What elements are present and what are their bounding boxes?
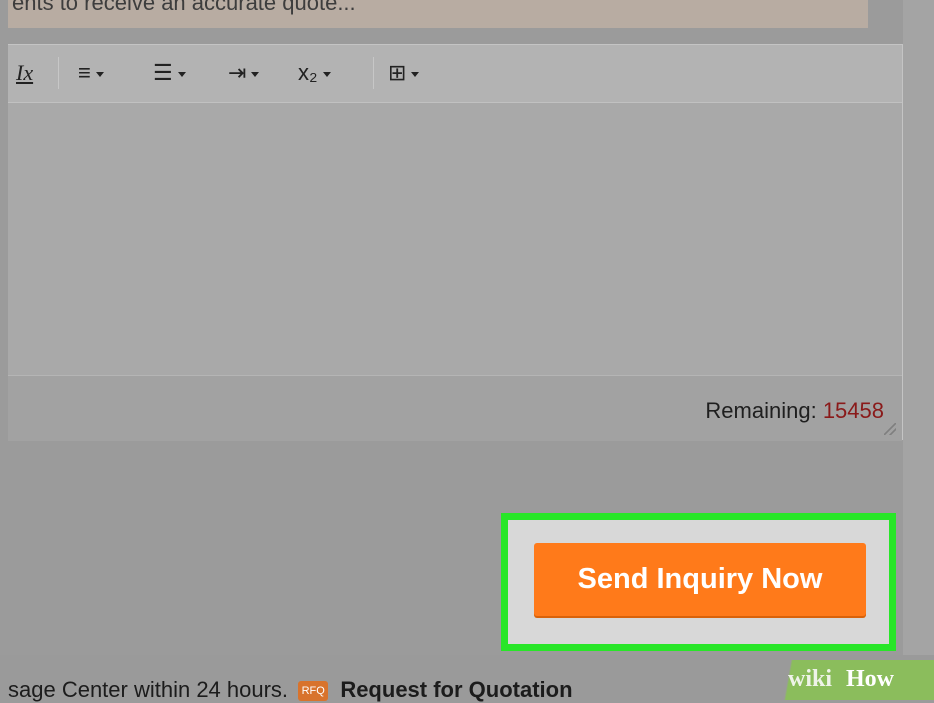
rfq-icon: RFQ [298, 681, 329, 702]
chevron-down-icon [95, 71, 104, 77]
remaining-counter: Remaining: 15458 [705, 398, 884, 424]
message-textarea[interactable] [8, 103, 902, 421]
list-dropdown[interactable]: ☰ [153, 59, 186, 87]
wikihow-watermark: wiki How [758, 660, 934, 700]
align-dropdown[interactable]: ≡ [78, 59, 104, 87]
indent-dropdown[interactable]: ⇥ [228, 59, 260, 87]
rich-text-editor: Ix ≡ ☰ ⇥ x₂ ⊞ Remaining: 15458 [8, 44, 903, 441]
table-dropdown[interactable]: ⊞ [388, 59, 420, 87]
indent-icon: ⇥ [228, 60, 247, 85]
chevron-down-icon [251, 71, 260, 77]
editor-toolbar: Ix ≡ ☰ ⇥ x₂ ⊞ [8, 45, 902, 103]
chevron-down-icon [411, 71, 420, 77]
chevron-down-icon [177, 71, 186, 77]
editor-status-bar: Remaining: 15458 [8, 375, 902, 441]
clear-format-icon[interactable]: Ix [16, 59, 33, 87]
send-inquiry-button[interactable]: Send Inquiry Now [534, 543, 866, 616]
remaining-label: Remaining: [705, 398, 817, 423]
watermark-wiki: wiki [788, 666, 833, 692]
footer-message: sage Center within 24 hours. [8, 677, 289, 702]
watermark-how: How [846, 666, 894, 692]
toolbar-separator [58, 57, 59, 89]
bulleted-list-icon: ☰ [153, 60, 173, 85]
remaining-count: 15458 [822, 398, 884, 423]
align-left-icon: ≡ [78, 60, 91, 85]
page-edge [903, 0, 934, 655]
hint-strip: ents to receive an accurate quote... [8, 0, 868, 28]
hint-text: ents to receive an accurate quote... [12, 0, 356, 15]
table-icon: ⊞ [388, 60, 407, 85]
subscript-dropdown[interactable]: x₂ [298, 59, 331, 87]
footer-text: sage Center within 24 hours. RFQ Request… [8, 677, 573, 703]
chevron-down-icon [322, 71, 331, 77]
subscript-icon: x₂ [298, 60, 318, 85]
toolbar-separator [373, 57, 374, 89]
resize-handle-icon[interactable] [884, 423, 896, 435]
rfq-link[interactable]: Request for Quotation [340, 677, 572, 702]
